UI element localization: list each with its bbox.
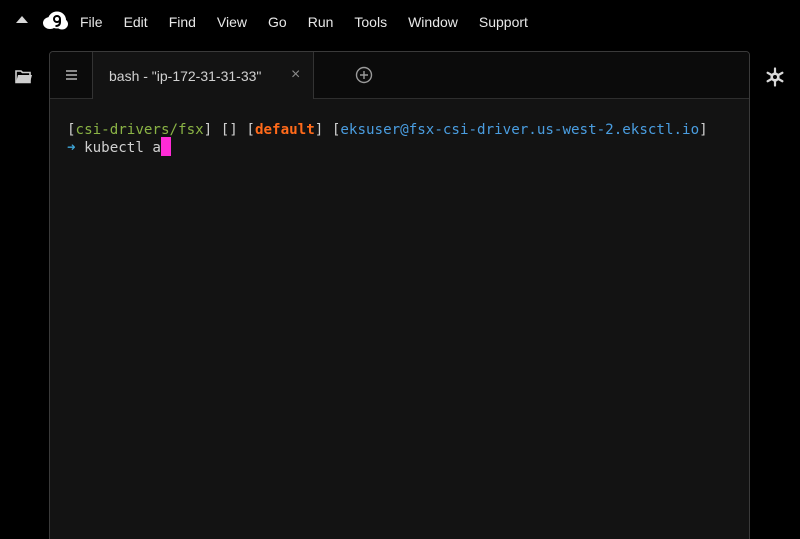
tab-menu-icon[interactable]	[66, 70, 77, 80]
close-icon[interactable]: ×	[291, 66, 300, 84]
kube-context: eksuser@fsx-csi-driver.us-west-2.eksctl.…	[340, 122, 700, 138]
bracket-close: ]	[314, 122, 324, 138]
command-line: ➜ kubectl a	[67, 137, 171, 159]
gear-icon[interactable]	[765, 67, 785, 87]
menu-run[interactable]: Run	[308, 13, 334, 31]
current-directory: csi-drivers/fsx	[75, 122, 204, 138]
plus-circle-icon[interactable]	[355, 66, 373, 84]
menu-go[interactable]: Go	[268, 13, 287, 31]
tab-label: bash - "ip-172-31-31-33"	[109, 68, 262, 84]
cloud9-logo-icon[interactable]	[42, 11, 68, 31]
empty-brackets: []	[220, 122, 238, 138]
tab-bar: bash - "ip-172-31-31-33" ×	[50, 52, 749, 99]
tab-bash[interactable]: bash - "ip-172-31-31-33" ×	[92, 52, 314, 99]
menu-find[interactable]: Find	[169, 13, 196, 31]
menu-edit[interactable]: Edit	[124, 13, 148, 31]
bracket-close: ]	[203, 122, 213, 138]
menu-items: File Edit Find View Go Run Tools Window …	[80, 13, 549, 31]
menu-file[interactable]: File	[80, 13, 103, 31]
bracket-close: ]	[699, 122, 708, 138]
menu-window[interactable]: Window	[408, 13, 458, 31]
menu-bar: File Edit Find View Go Run Tools Window …	[0, 0, 800, 44]
terminal-panel: bash - "ip-172-31-31-33" × [csi-drivers/…	[49, 51, 750, 539]
bracket-open: [	[246, 122, 255, 138]
collapse-menu-icon[interactable]	[16, 16, 28, 23]
menu-tools[interactable]: Tools	[354, 13, 387, 31]
menu-view[interactable]: View	[217, 13, 247, 31]
terminal-output[interactable]: [csi-drivers/fsx] [] [default] [eksuser@…	[50, 99, 749, 539]
command-input: kubectl a	[84, 140, 161, 156]
folder-icon[interactable]	[15, 69, 33, 84]
terminal-cursor	[160, 137, 171, 156]
bracket-open: [	[67, 122, 76, 138]
ide-window: File Edit Find View Go Run Tools Window …	[0, 0, 800, 539]
aws-profile: default	[254, 122, 315, 138]
prompt-arrow: ➜	[67, 140, 76, 156]
menu-support[interactable]: Support	[479, 13, 528, 31]
